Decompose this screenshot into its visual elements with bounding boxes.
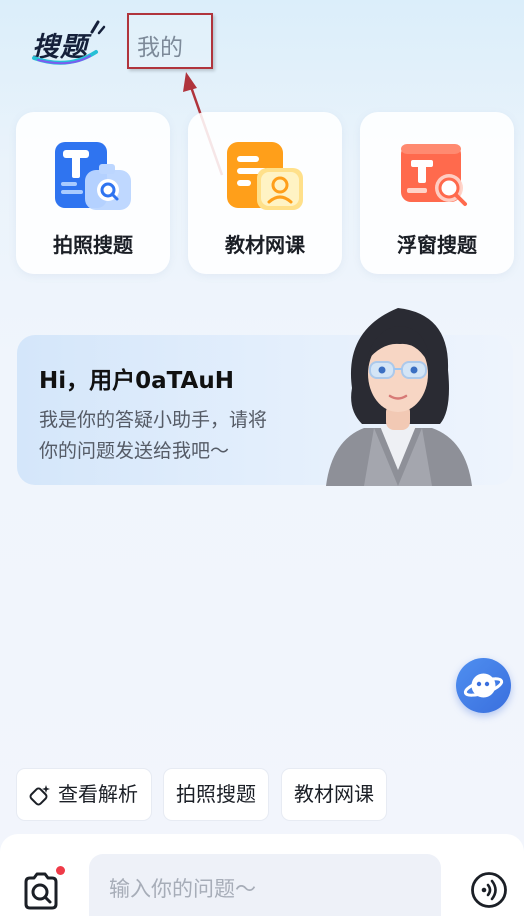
chip-view-analysis[interactable]: 查看解析 bbox=[16, 768, 152, 821]
chip-label: 查看解析 bbox=[58, 782, 138, 806]
chip-textbook-course[interactable]: 教材网课 bbox=[281, 768, 387, 821]
planet-icon bbox=[463, 673, 504, 698]
textbook-course-icon bbox=[227, 142, 303, 210]
feature-photo-search[interactable]: 拍照搜题 bbox=[16, 112, 170, 274]
floating-window-search-icon bbox=[401, 144, 467, 206]
feature-label: 教材网课 bbox=[225, 233, 305, 257]
photo-search-icon bbox=[55, 142, 131, 210]
question-input[interactable] bbox=[89, 854, 441, 916]
notification-dot bbox=[56, 866, 65, 875]
feature-textbook-course[interactable]: 教材网课 bbox=[188, 112, 342, 274]
feature-label: 拍照搜题 bbox=[53, 233, 133, 257]
camera-search-icon[interactable] bbox=[20, 870, 62, 912]
greeting-title: Hi，用户0aTAuH bbox=[39, 368, 234, 394]
sparkle-edit-icon bbox=[29, 785, 50, 806]
tab-mine[interactable]: 我的 bbox=[127, 13, 213, 69]
greeting-line-2: 你的问题发送给我吧～ bbox=[39, 440, 230, 462]
logo-spark-icon bbox=[90, 20, 106, 35]
chip-label: 拍照搜题 bbox=[176, 782, 256, 806]
chip-label: 教材网课 bbox=[294, 782, 374, 806]
chip-photo-search[interactable]: 拍照搜题 bbox=[163, 768, 269, 821]
greeting-line-1: 我是你的答疑小助手，请将 bbox=[39, 409, 268, 431]
voice-input-icon[interactable] bbox=[470, 871, 508, 909]
tab-mine-label: 我的 bbox=[137, 35, 183, 61]
floating-assistant-button[interactable] bbox=[456, 658, 511, 713]
feature-floating-search[interactable]: 浮窗搜题 bbox=[360, 112, 514, 274]
assistant-avatar bbox=[326, 308, 472, 486]
logo-swoosh-icon bbox=[32, 50, 98, 65]
feature-label: 浮窗搜题 bbox=[397, 233, 477, 257]
